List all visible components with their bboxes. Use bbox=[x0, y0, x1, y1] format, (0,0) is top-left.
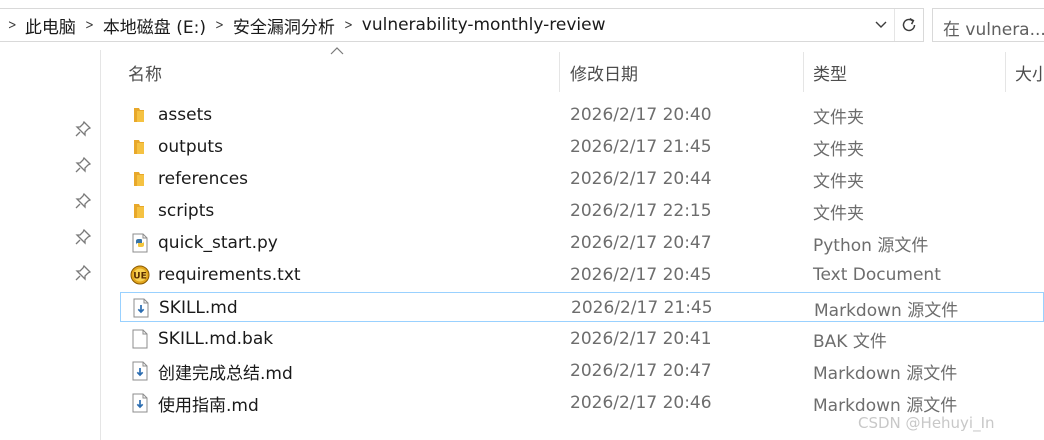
file-row[interactable]: SKILL.md 2026/2/17 21:45 Markdown 源文件 bbox=[120, 292, 1044, 322]
column-divider[interactable] bbox=[803, 52, 804, 92]
column-divider[interactable] bbox=[1005, 52, 1006, 92]
file-type: 文件夹 bbox=[813, 203, 864, 224]
breadcrumb-item-drive[interactable]: 本地磁盘 (E:) bbox=[103, 13, 206, 38]
breadcrumb-chevron-icon[interactable]: > bbox=[79, 18, 101, 33]
breadcrumb: > 此电脑 > 本地磁盘 (E:) > 安全漏洞分析 > vulnerabili… bbox=[6, 9, 606, 41]
svg-text:UE: UE bbox=[133, 272, 146, 282]
ultraedit-file-icon: UE bbox=[130, 265, 150, 285]
refresh-icon bbox=[902, 17, 916, 32]
file-type: 文件夹 bbox=[813, 171, 864, 192]
file-name: 使用指南.md bbox=[158, 395, 259, 416]
breadcrumb-item-folder[interactable]: 安全漏洞分析 bbox=[233, 13, 335, 38]
file-row[interactable]: 创建完成总结.md 2026/2/17 20:47 Markdown 源文件 bbox=[120, 356, 1044, 386]
file-type: Markdown 源文件 bbox=[814, 300, 959, 321]
file-modified-date: 2026/2/17 20:44 bbox=[570, 169, 712, 189]
breadcrumb-chevron-icon[interactable]: > bbox=[209, 18, 231, 33]
markdown-file-icon bbox=[131, 298, 151, 318]
chevron-down-icon bbox=[875, 21, 887, 28]
file-name: references bbox=[158, 169, 249, 189]
file-row[interactable]: assets 2026/2/17 20:40 文件夹 bbox=[120, 100, 1044, 130]
breadcrumb-chevron-icon[interactable]: > bbox=[8, 18, 23, 33]
folder-icon bbox=[130, 201, 150, 221]
file-name: quick_start.py bbox=[158, 233, 278, 253]
pin-icon[interactable] bbox=[74, 192, 92, 210]
file-name: SKILL.md bbox=[159, 298, 238, 318]
sort-ascending-icon bbox=[330, 47, 344, 55]
folder-icon bbox=[130, 105, 150, 125]
address-history-dropdown[interactable] bbox=[872, 9, 890, 41]
breadcrumb-item-this-pc[interactable]: 此电脑 bbox=[25, 13, 76, 38]
refresh-button[interactable] bbox=[894, 9, 923, 41]
column-header-size[interactable]: 大小 bbox=[1015, 50, 1044, 94]
file-modified-date: 2026/2/17 21:45 bbox=[571, 298, 713, 318]
file-row[interactable]: scripts 2026/2/17 22:15 文件夹 bbox=[120, 196, 1044, 226]
column-header-row: 名称 修改日期 类型 大小 bbox=[101, 50, 1044, 94]
watermark: CSDN @Hehuyi_In bbox=[858, 414, 995, 432]
blank-file-icon bbox=[130, 329, 150, 349]
breadcrumb-chevron-icon[interactable]: > bbox=[338, 18, 360, 33]
column-header-name[interactable]: 名称 bbox=[128, 50, 162, 94]
python-file-icon bbox=[130, 233, 150, 253]
file-modified-date: 2026/2/17 20:47 bbox=[570, 361, 712, 381]
folder-icon bbox=[130, 169, 150, 189]
file-modified-date: 2026/2/17 20:47 bbox=[570, 233, 712, 253]
file-row[interactable]: SKILL.md.bak 2026/2/17 20:41 BAK 文件 bbox=[120, 324, 1044, 354]
pin-icon[interactable] bbox=[74, 228, 92, 246]
file-name: requirements.txt bbox=[158, 265, 301, 285]
file-row[interactable]: quick_start.py 2026/2/17 20:47 Python 源文件 bbox=[120, 228, 1044, 258]
file-type: Markdown 源文件 bbox=[813, 363, 958, 384]
file-row[interactable]: references 2026/2/17 20:44 文件夹 bbox=[120, 164, 1044, 194]
file-name: assets bbox=[158, 105, 213, 125]
column-header-date[interactable]: 修改日期 bbox=[570, 50, 638, 94]
address-bar[interactable]: > 此电脑 > 本地磁盘 (E:) > 安全漏洞分析 > vulnerabili… bbox=[0, 8, 924, 42]
navigation-pane bbox=[0, 50, 101, 440]
file-modified-date: 2026/2/17 20:41 bbox=[570, 329, 712, 349]
file-modified-date: 2026/2/17 20:46 bbox=[570, 393, 712, 413]
file-row[interactable]: UE requirements.txt 2026/2/17 20:45 Text Do… bbox=[120, 260, 1044, 290]
file-type: Python 源文件 bbox=[813, 235, 929, 256]
search-placeholder: 在 vulnera... bbox=[943, 20, 1044, 40]
file-type: Text Document bbox=[813, 265, 941, 285]
markdown-file-icon bbox=[130, 361, 150, 381]
file-name: scripts bbox=[158, 201, 215, 221]
file-type: 文件夹 bbox=[813, 139, 864, 160]
file-type: BAK 文件 bbox=[813, 331, 887, 352]
folder-icon bbox=[130, 137, 150, 157]
file-modified-date: 2026/2/17 22:15 bbox=[570, 201, 712, 221]
file-row[interactable]: outputs 2026/2/17 21:45 文件夹 bbox=[120, 132, 1044, 162]
file-modified-date: 2026/2/17 20:40 bbox=[570, 105, 712, 125]
file-modified-date: 2026/2/17 21:45 bbox=[570, 137, 712, 157]
file-modified-date: 2026/2/17 20:45 bbox=[570, 265, 712, 285]
file-name: outputs bbox=[158, 137, 223, 157]
search-input[interactable]: 在 vulnera... bbox=[932, 8, 1044, 42]
pin-icon[interactable] bbox=[74, 264, 92, 282]
breadcrumb-item-current[interactable]: vulnerability-monthly-review bbox=[362, 15, 606, 35]
column-divider[interactable] bbox=[559, 52, 560, 92]
pin-icon[interactable] bbox=[74, 120, 92, 138]
column-header-type[interactable]: 类型 bbox=[813, 50, 847, 94]
markdown-file-icon bbox=[130, 393, 150, 413]
file-name: SKILL.md.bak bbox=[158, 329, 274, 349]
file-name: 创建完成总结.md bbox=[158, 363, 293, 384]
pin-icon[interactable] bbox=[74, 156, 92, 174]
address-bar-area: > 此电脑 > 本地磁盘 (E:) > 安全漏洞分析 > vulnerabili… bbox=[0, 0, 1044, 50]
file-type: 文件夹 bbox=[813, 107, 864, 128]
